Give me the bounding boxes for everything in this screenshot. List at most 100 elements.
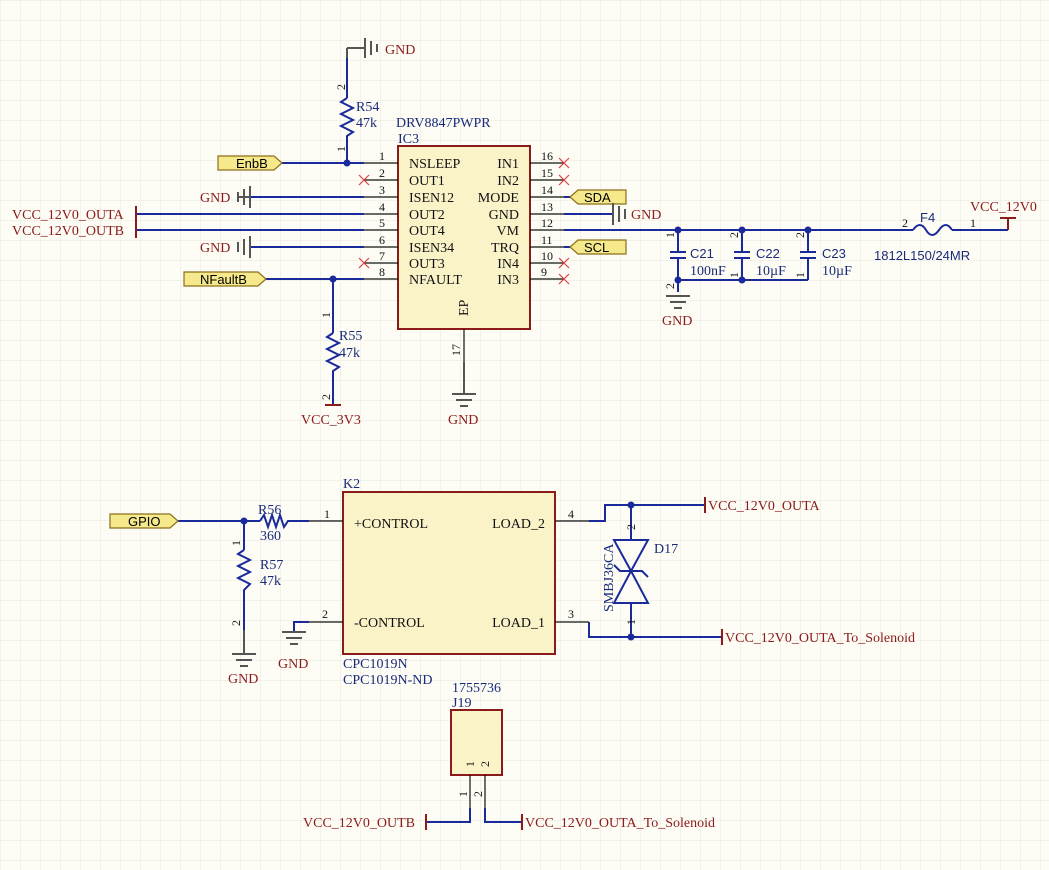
gnd-label-isen34: GND: [200, 241, 230, 256]
j19-lead-pin2: 2: [471, 791, 485, 797]
ic3-pin15-num: 15: [541, 166, 553, 180]
c22-designator: C22: [756, 246, 780, 261]
f4-part: 1812L150/24MR: [874, 248, 970, 263]
c21-pin-bottom: 2: [663, 283, 677, 289]
power-port-12v0-label: VCC_12V0: [970, 200, 1037, 215]
power-port-outa-relay-label: VCC_12V0_OUTA: [708, 499, 821, 514]
k2-ctrl-minus-name: -CONTROL: [354, 616, 425, 631]
power-port-outb[interactable]: VCC_12V0_OUTB: [12, 222, 137, 239]
port-nfaultb-label: NFaultB: [200, 272, 247, 287]
ic3-pin4-name: OUT2: [409, 208, 445, 223]
ic3-pin8-name: NFAULT: [409, 273, 462, 288]
c21-value: 100nF: [690, 264, 726, 279]
r55-value: 47k: [339, 346, 360, 361]
gnd-label-caps: GND: [662, 314, 692, 329]
ic3-pin8-num: 8: [379, 265, 385, 279]
c23-pin-top: 2: [793, 232, 807, 238]
j19-body-pin2: 2: [478, 761, 492, 767]
ic3-pin10-num: 10: [541, 249, 553, 263]
ic3-pin9-name: IN3: [497, 273, 519, 288]
ic3-pin15-name: IN2: [497, 174, 519, 189]
ic3-pin3-name: ISEN12: [409, 191, 454, 206]
r54-pin-bottom: 1: [334, 146, 348, 152]
port-enbb-label: EnbB: [236, 156, 268, 171]
ic3-pin1-name: NSLEEP: [409, 157, 461, 172]
power-port-outa-label: VCC_12V0_OUTA: [12, 208, 125, 223]
j19-lead-pin1: 1: [456, 791, 470, 797]
port-nfaultb[interactable]: NFaultB: [183, 271, 267, 287]
port-scl[interactable]: SCL: [569, 239, 627, 255]
r57-pin-top: 1: [229, 540, 243, 546]
f4-designator: F4: [920, 210, 935, 225]
ic3-pin2-num: 2: [379, 166, 385, 180]
power-port-outb-j19[interactable]: VCC_12V0_OUTB: [303, 814, 427, 831]
ic3-designator: IC3: [398, 132, 419, 147]
port-scl-label: SCL: [584, 240, 609, 255]
gnd-label-r57: GND: [228, 672, 258, 687]
r57-pin-bottom: 2: [229, 620, 243, 626]
ic3-pin5-num: 5: [379, 216, 385, 230]
r56-value: 360: [260, 529, 281, 544]
ic3-pin12-name: VM: [496, 224, 519, 239]
c21-pin-top: 1: [663, 232, 677, 238]
ic3-pin7-name: OUT3: [409, 257, 445, 272]
c23-value: 10µF: [822, 264, 852, 279]
r54-value: 47k: [356, 116, 377, 131]
power-port-sol-j19-label: VCC_12V0_OUTA_To_Solenoid: [525, 816, 715, 831]
port-sda-label: SDA: [584, 190, 611, 205]
power-port-outa-sol-label: VCC_12V0_OUTA_To_Solenoid: [725, 631, 915, 646]
r54-designator: R54: [356, 100, 379, 115]
ic3-pin16-name: IN1: [497, 157, 519, 172]
c22-pin-bottom: 1: [727, 272, 741, 278]
port-enbb[interactable]: EnbB: [217, 155, 283, 171]
k2-part: CPC1019N: [343, 657, 408, 672]
c23-designator: C23: [822, 246, 846, 261]
r56-designator: R56: [258, 503, 281, 518]
ic3-pin12-num: 12: [541, 216, 553, 230]
ic3-pin7-num: 7: [379, 249, 385, 263]
ic3-pin6-num: 6: [379, 233, 385, 247]
ic3-pin1-num: 1: [379, 149, 385, 163]
r55-designator: R55: [339, 329, 362, 344]
c22-pin-top: 2: [727, 232, 741, 238]
d17-pin-bottom: 1: [624, 619, 638, 625]
k2-load2-num: 4: [568, 507, 574, 521]
power-port-sol-j19[interactable]: VCC_12V0_OUTA_To_Solenoid: [521, 814, 715, 831]
port-sda[interactable]: SDA: [569, 189, 627, 205]
power-port-outa-relay[interactable]: VCC_12V0_OUTA: [704, 497, 821, 514]
f4-pin-left: 2: [902, 216, 908, 230]
power-port-outa[interactable]: VCC_12V0_OUTA: [12, 206, 137, 223]
ic3-ep-pin-num: 17: [449, 344, 463, 356]
gnd-label-k2: GND: [278, 657, 308, 672]
k2-part2: CPC1019N-ND: [343, 673, 432, 688]
ic3-pin4-num: 4: [379, 200, 385, 214]
k2-ctrl-minus-num: 2: [322, 607, 328, 621]
power-port-outa-sol[interactable]: VCC_12V0_OUTA_To_Solenoid: [721, 629, 915, 646]
ic3-pin5-name: OUT4: [409, 224, 445, 239]
port-gpio[interactable]: GPIO: [109, 513, 179, 529]
ic3-pin3-num: 3: [379, 183, 385, 197]
gnd-label-mode: GND: [631, 208, 661, 223]
j19-body-pin1: 1: [463, 761, 477, 767]
power-port-outb-j19-label: VCC_12V0_OUTB: [303, 816, 415, 831]
k2-ctrl-plus-name: +CONTROL: [354, 517, 428, 532]
k2-load2-name: LOAD_2: [492, 517, 545, 532]
d17-pin-top: 2: [624, 524, 638, 530]
ic3-pin10-name: IN4: [497, 257, 519, 272]
gnd-label-isen12: GND: [200, 191, 230, 206]
ic3-pin14-num: 14: [541, 183, 553, 197]
ic3-pin16-num: 16: [541, 149, 553, 163]
c22-value: 10µF: [756, 264, 786, 279]
c21-designator: C21: [690, 246, 714, 261]
r57-designator: R57: [260, 558, 283, 573]
grid: [0, 0, 1049, 870]
k2-designator: K2: [343, 477, 360, 492]
ic3-pin2-name: OUT1: [409, 174, 445, 189]
k2-load1-name: LOAD_1: [492, 616, 545, 631]
c23-pin-bottom: 1: [793, 272, 807, 278]
schematic-canvas: DRV8847PWPR IC3 NSLEEP OUT1 ISEN12 OUT2 …: [0, 0, 1049, 870]
ic3-pin13-name: GND: [489, 208, 519, 223]
d17-designator: D17: [654, 542, 678, 557]
ic3-pin13-num: 13: [541, 200, 553, 214]
d17-part: SMBJ36CA: [602, 543, 617, 612]
